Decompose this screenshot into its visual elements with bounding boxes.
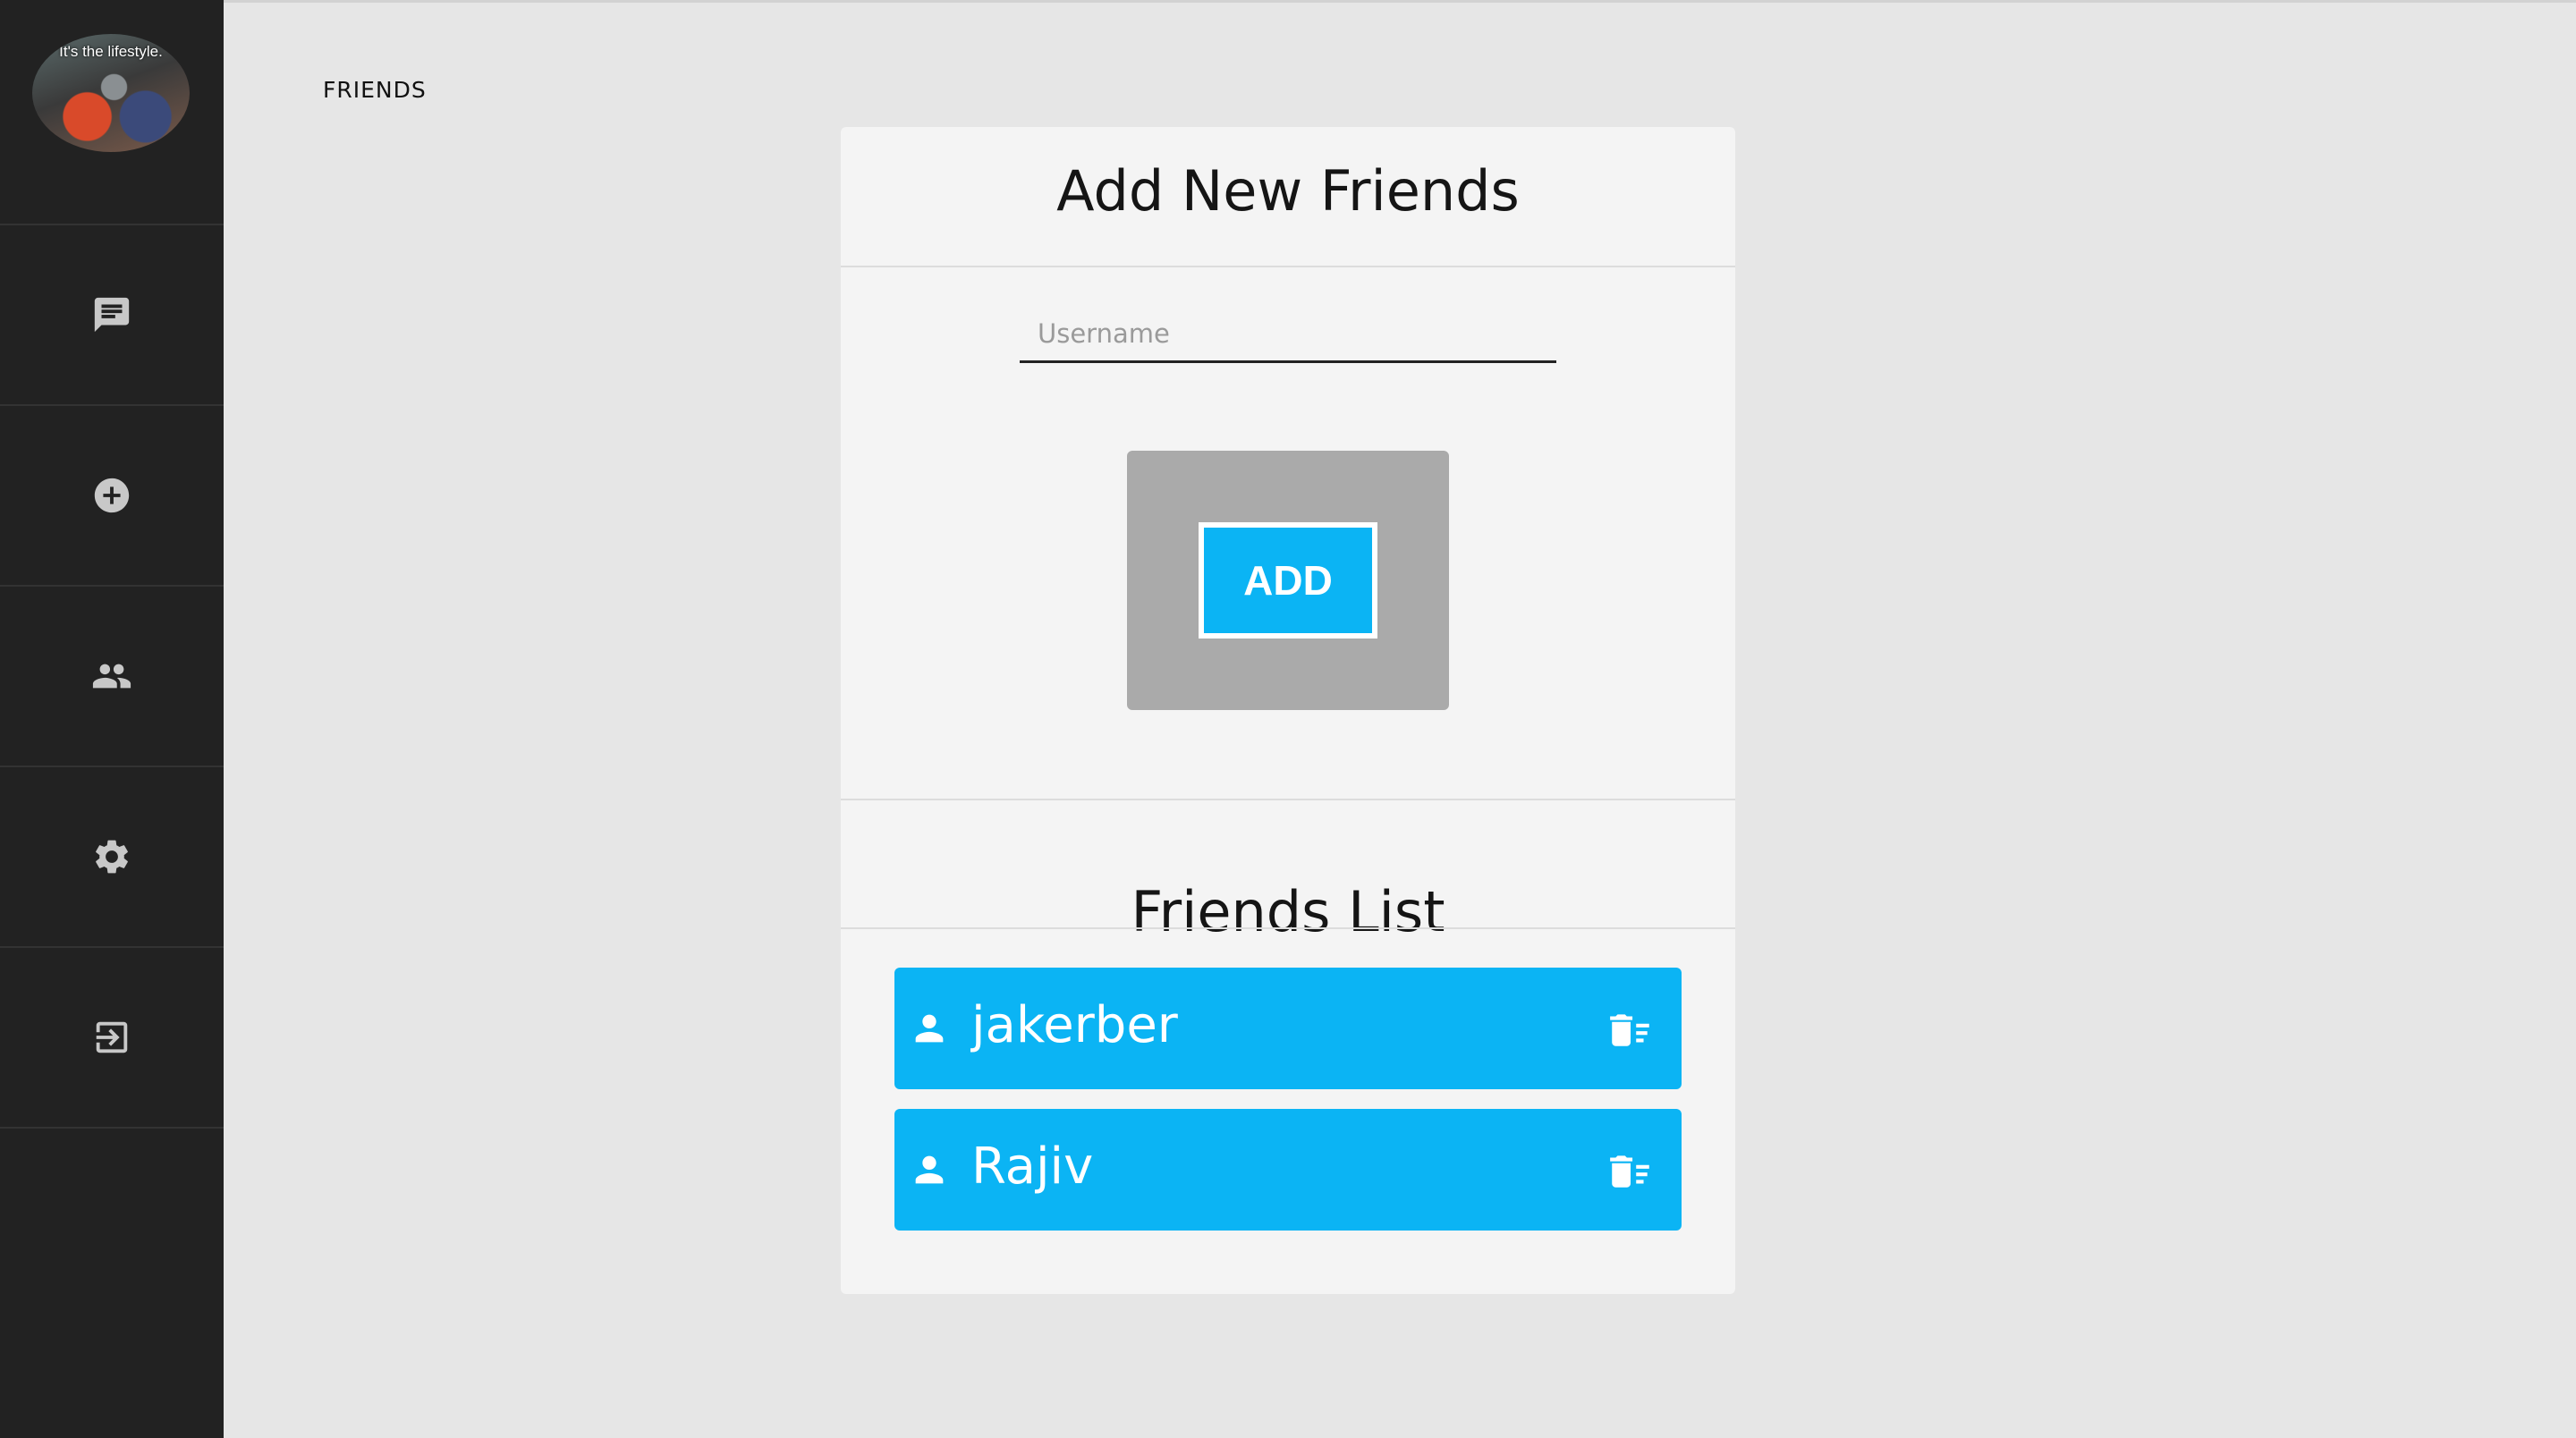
add-button[interactable]: ADD <box>1199 522 1377 639</box>
friend-name: jakerber <box>971 996 1178 1054</box>
chat-icon <box>94 297 130 333</box>
add-friends-heading: Add New Friends <box>1056 157 1520 224</box>
avatar-section: It's the lifestyle. <box>0 0 224 225</box>
username-input[interactable] <box>1020 306 1556 363</box>
sidebar: It's the lifestyle. <box>0 0 224 1438</box>
gear-icon <box>96 840 128 874</box>
logout-icon <box>96 1021 128 1053</box>
friends-card: Add New Friends ADD Friends List jakerbe… <box>841 127 1735 1294</box>
delete-sweep-icon[interactable] <box>1606 1148 1655 1193</box>
page-title: FRIENDS <box>323 77 427 103</box>
friend-list-item[interactable]: jakerber <box>894 968 1682 1089</box>
add-button-container: ADD <box>1127 451 1449 710</box>
divider <box>841 799 1735 800</box>
avatar[interactable]: It's the lifestyle. <box>32 34 190 152</box>
sidebar-item-logout[interactable] <box>0 948 224 1129</box>
sidebar-item-new[interactable] <box>0 406 224 587</box>
people-icon <box>92 664 131 689</box>
friend-list-item[interactable]: Rajiv <box>894 1109 1682 1231</box>
divider <box>841 266 1735 267</box>
avatar-caption: It's the lifestyle. <box>59 43 163 60</box>
top-border <box>0 0 2576 3</box>
divider <box>841 927 1735 929</box>
person-icon <box>909 1149 950 1190</box>
add-circle-icon <box>94 478 130 513</box>
friends-list-heading: Friends List <box>1131 878 1445 944</box>
sidebar-item-settings[interactable] <box>0 767 224 948</box>
delete-sweep-icon[interactable] <box>1606 1007 1655 1052</box>
friend-name: Rajiv <box>971 1138 1094 1196</box>
sidebar-item-chats[interactable] <box>0 225 224 406</box>
person-icon <box>909 1008 950 1049</box>
sidebar-item-friends[interactable] <box>0 587 224 767</box>
